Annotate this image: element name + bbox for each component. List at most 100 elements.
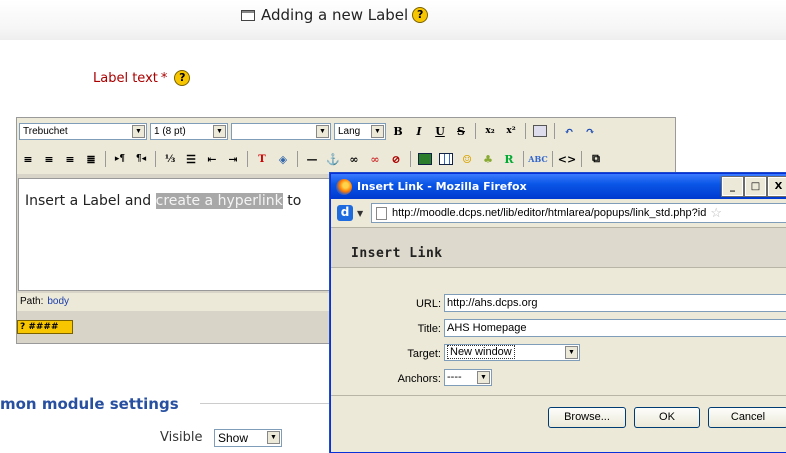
required-mark: * <box>160 70 168 86</box>
chevron-down-icon: ▼ <box>132 124 145 138</box>
align-center-icon[interactable]: ≡ <box>40 150 58 168</box>
horizontal-rule-icon[interactable]: — <box>303 150 321 168</box>
toolbar-divider <box>297 151 298 167</box>
link-icon[interactable]: ∞ <box>345 150 363 168</box>
ok-button[interactable]: OK <box>634 407 700 428</box>
maximize-button[interactable]: □ <box>744 176 767 197</box>
toolbar-divider <box>410 151 411 167</box>
font-family-select[interactable]: Trebuchet ▼ <box>19 122 147 140</box>
html-source-icon[interactable]: <> <box>558 150 576 168</box>
heading-select[interactable]: ▼ <box>231 122 331 140</box>
underline-icon[interactable]: U <box>431 122 449 140</box>
spellcheck-icon[interactable]: ABC <box>528 150 547 168</box>
url-text: http://moodle.dcps.net/lib/editor/htmlar… <box>392 207 707 219</box>
smiley-icon[interactable]: ☺ <box>458 150 476 168</box>
toolbar-divider <box>554 123 555 139</box>
path-label: Path: <box>20 296 44 307</box>
editor-toolbar: Trebuchet ▼ 1 (8 pt) ▼ ▼ Lang ▼ B I U S x₂ … <box>17 118 675 174</box>
toolbar-divider <box>105 151 106 167</box>
italic-icon[interactable]: I <box>410 122 428 140</box>
module-settings-heading[interactable]: mon module settings <box>0 395 179 413</box>
subscript-icon[interactable]: x₂ <box>481 122 499 140</box>
editor-text-after: to <box>282 193 302 209</box>
toolbar-divider <box>552 151 553 167</box>
special-char-icon[interactable]: ♣ <box>479 150 497 168</box>
title-label: Title: <box>417 323 441 335</box>
superscript-icon[interactable]: x² <box>502 122 520 140</box>
button-row-divider <box>331 395 786 396</box>
table-icon[interactable] <box>437 150 455 168</box>
label-text-help-icon[interactable]: ? <box>174 70 191 86</box>
redo-icon[interactable]: ↷ <box>581 122 599 140</box>
font-size-value: 1 (8 pt) <box>154 125 186 137</box>
target-label: Target: <box>407 348 441 360</box>
image-icon[interactable] <box>416 150 434 168</box>
bold-icon[interactable]: B <box>389 122 407 140</box>
anchors-select[interactable]: ---- ▼ <box>444 369 492 386</box>
unordered-list-icon[interactable]: ☰ <box>182 150 200 168</box>
anchors-value: ---- <box>447 371 462 383</box>
browse-button[interactable]: Browse... <box>548 407 626 428</box>
chevron-down-icon[interactable]: ▼ <box>357 209 365 218</box>
link-url-input[interactable]: http://ahs.dcps.org <box>444 294 786 312</box>
title-row: Title: AHS Homepage <box>331 319 786 339</box>
ltr-icon[interactable]: ▸¶ <box>111 150 129 168</box>
toolbar-divider <box>523 151 524 167</box>
indent-icon[interactable]: ⇥ <box>224 150 242 168</box>
rtl-icon[interactable]: ¶◂ <box>132 150 150 168</box>
font-size-select[interactable]: 1 (8 pt) ▼ <box>150 122 228 140</box>
insert-link-heading: Insert Link <box>351 246 443 261</box>
justify-icon[interactable]: ≣ <box>82 150 100 168</box>
minimize-button[interactable]: _ <box>721 176 744 197</box>
chevron-down-icon: ▼ <box>477 371 490 384</box>
unlink-icon[interactable]: ∞ <box>366 150 384 168</box>
anchor-icon[interactable]: ⚓ <box>324 150 342 168</box>
help-icon[interactable]: ? <box>412 7 429 23</box>
visible-label: Visible <box>160 430 203 445</box>
window-titlebar[interactable]: Insert Link - Mozilla Firefox _ □ X <box>331 174 786 199</box>
undo-icon[interactable]: ↶ <box>560 122 578 140</box>
text-color-icon[interactable]: T <box>253 150 271 168</box>
chevron-down-icon: ▼ <box>267 431 280 444</box>
toolbar-divider <box>247 151 248 167</box>
module-settings-divider <box>200 403 340 404</box>
target-select[interactable]: New window ▼ <box>444 344 580 361</box>
align-right-icon[interactable]: ≡ <box>61 150 79 168</box>
visible-select[interactable]: Show ▼ <box>214 429 282 447</box>
url-input[interactable]: http://moodle.dcps.net/lib/editor/htmlar… <box>371 203 786 223</box>
label-text-label: Label text <box>93 70 158 86</box>
editor-help-badge[interactable]: ? #### <box>17 320 73 334</box>
site-identity-icon[interactable]: d <box>337 205 353 221</box>
label-text-field-label: Label text * ? <box>93 70 191 86</box>
toolbar-divider <box>525 123 526 139</box>
visible-value: Show <box>218 431 249 445</box>
address-bar: d ▼ http://moodle.dcps.net/lib/editor/ht… <box>331 199 786 228</box>
font-family-value: Trebuchet <box>23 125 68 137</box>
background-color-icon[interactable]: ◈ <box>274 150 292 168</box>
chevron-down-icon: ▼ <box>565 346 578 359</box>
align-left-icon[interactable]: ≡ <box>19 150 37 168</box>
lang-label: Lang <box>338 125 361 137</box>
nolink-icon[interactable]: ⊘ <box>387 150 405 168</box>
link-title-input[interactable]: AHS Homepage <box>444 319 786 337</box>
toolbar-divider <box>475 123 476 139</box>
paste-word-icon[interactable] <box>531 122 549 140</box>
close-button[interactable]: X <box>767 176 786 197</box>
toolbar-divider <box>581 151 582 167</box>
path-body-link[interactable]: body <box>47 296 69 307</box>
ordered-list-icon[interactable]: ⅓ <box>161 150 179 168</box>
chevron-down-icon: ▼ <box>316 124 329 138</box>
fullscreen-icon[interactable]: ⧉ <box>587 150 605 168</box>
outdent-icon[interactable]: ⇤ <box>203 150 221 168</box>
url-row: URL: http://ahs.dcps.org <box>331 294 786 314</box>
insert-link-window: Insert Link - Mozilla Firefox _ □ X d ▼ … <box>330 173 786 453</box>
search-replace-icon[interactable]: R <box>500 150 518 168</box>
toolbar-row-1: Trebuchet ▼ 1 (8 pt) ▼ ▼ Lang ▼ B I U S x₂ … <box>19 119 599 143</box>
strikethrough-icon[interactable]: S <box>452 122 470 140</box>
star-icon[interactable]: ☆ <box>710 205 722 221</box>
cancel-button[interactable]: Cancel <box>708 407 786 428</box>
page-title-text: Adding a new Label <box>261 6 409 24</box>
chevron-down-icon: ▼ <box>371 124 384 138</box>
firefox-icon <box>336 178 352 195</box>
lang-select[interactable]: Lang ▼ <box>334 122 386 140</box>
